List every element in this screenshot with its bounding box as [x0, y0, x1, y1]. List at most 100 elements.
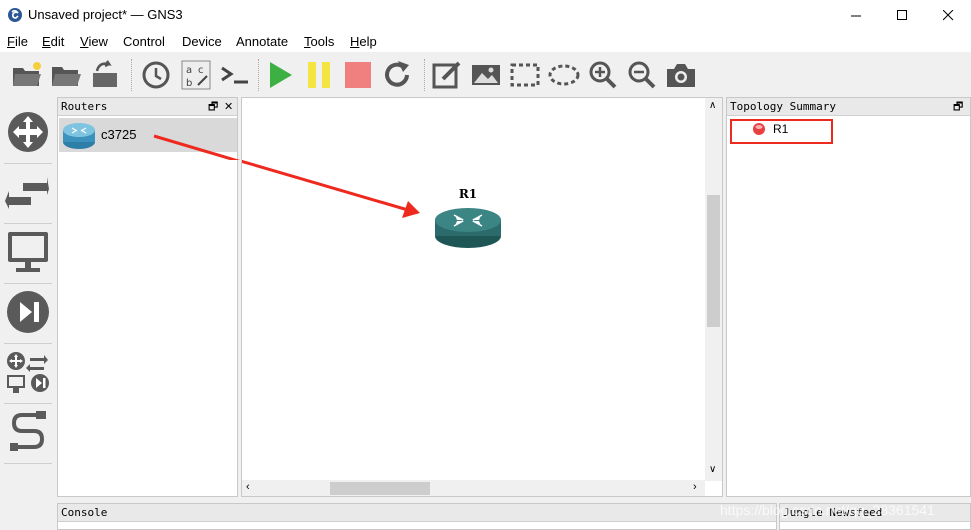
maximize-icon — [896, 9, 907, 20]
add-note-icon — [432, 61, 461, 89]
bar-divider — [4, 163, 52, 164]
topology-panel-header: Topology Summary 🗗 — [727, 98, 970, 116]
draw-rectangle-icon — [510, 63, 540, 87]
router-node-r1[interactable] — [435, 208, 501, 248]
title-bar: Unsaved project* — GNS3 — [0, 0, 971, 30]
topology-canvas[interactable]: R1 — [241, 97, 723, 497]
svg-text:b: b — [186, 78, 192, 89]
canvas-horizontal-scrollbar[interactable]: ‹ › — [242, 480, 705, 496]
suspend-all-icon — [308, 62, 330, 88]
snapshot-clock-icon — [142, 61, 170, 89]
menu-device[interactable]: Device — [182, 34, 222, 49]
console-panel: Console — [57, 503, 777, 530]
minimize-button[interactable] — [833, 0, 879, 30]
show-interface-labels-icon: a c b — [181, 60, 211, 90]
new-project-button[interactable] — [11, 59, 43, 91]
canvas-vertical-scrollbar[interactable]: ∧ ∨ — [705, 98, 722, 481]
svg-text:c: c — [198, 65, 204, 76]
zoom-out-button[interactable] — [626, 59, 658, 91]
bar-divider — [4, 343, 52, 344]
scroll-down-icon[interactable]: ∨ — [709, 464, 716, 475]
menu-control[interactable]: Control — [123, 34, 165, 49]
end-devices-category-button[interactable] — [4, 227, 52, 277]
zoom-in-button[interactable] — [587, 59, 619, 91]
save-project-icon — [93, 60, 117, 87]
vertical-scroll-thumb[interactable] — [707, 195, 720, 327]
add-link-button[interactable] — [4, 407, 52, 457]
draw-ellipse-icon — [548, 64, 580, 86]
zoom-in-icon — [589, 61, 617, 89]
draw-ellipse-button[interactable] — [548, 59, 580, 91]
float-panel-icon[interactable]: 🗗 — [208, 98, 218, 116]
draw-rectangle-button[interactable] — [509, 59, 541, 91]
all-devices-category-button[interactable] — [4, 347, 52, 397]
menu-file[interactable]: File — [7, 34, 28, 49]
new-project-icon — [13, 62, 41, 86]
horizontal-scroll-thumb[interactable] — [330, 482, 430, 495]
end-devices-category-icon — [8, 232, 48, 272]
stopped-status-icon — [753, 123, 765, 135]
insert-picture-button[interactable] — [470, 59, 502, 91]
annotation-arrow-tail — [153, 134, 241, 160]
stop-all-button[interactable] — [342, 59, 374, 91]
show-interface-labels-button[interactable]: a c b — [180, 59, 212, 91]
toolbar-separator — [131, 59, 132, 91]
switches-category-button[interactable] — [4, 168, 52, 218]
reload-all-button[interactable] — [381, 59, 413, 91]
stop-all-icon — [345, 62, 371, 88]
device-category-bar — [0, 97, 56, 530]
bar-divider — [4, 463, 52, 464]
open-project-icon — [52, 67, 81, 86]
router-device-icon — [63, 123, 95, 149]
save-project-button[interactable] — [89, 59, 121, 91]
menu-tools[interactable]: Tools — [304, 34, 334, 49]
start-all-icon — [270, 62, 292, 88]
switches-category-icon — [5, 177, 49, 209]
screenshot-button[interactable] — [665, 59, 697, 91]
menu-view[interactable]: View — [80, 34, 108, 49]
insert-picture-icon — [472, 65, 500, 85]
toolbar-separator — [424, 59, 425, 91]
routers-panel-title: Routers — [61, 100, 108, 113]
security-devices-category-button[interactable] — [4, 287, 52, 337]
scroll-left-icon[interactable]: ‹ — [246, 481, 250, 493]
routers-category-button[interactable] — [4, 107, 52, 157]
window-title: Unsaved project* — GNS3 — [28, 7, 183, 22]
all-devices-category-icon — [7, 352, 49, 393]
screenshot-icon — [667, 64, 695, 87]
add-note-button[interactable] — [431, 59, 463, 91]
gns3-app-icon — [8, 8, 22, 22]
console-panel-title: Console — [61, 506, 108, 519]
snapshot-button[interactable] — [140, 59, 172, 91]
suspend-all-button[interactable] — [303, 59, 335, 91]
bar-divider — [4, 223, 52, 224]
annotation-arrow-line — [242, 159, 409, 212]
float-panel-icon[interactable]: 🗗 — [953, 98, 963, 116]
menu-bar: File Edit View Control Device Annotate T… — [0, 30, 971, 52]
console-all-button[interactable] — [219, 59, 251, 91]
main-toolbar: a c b — [0, 53, 971, 97]
bar-divider — [4, 403, 52, 404]
menu-annotate[interactable]: Annotate — [236, 34, 288, 49]
console-panel-header: Console — [58, 504, 776, 522]
router-node-label: R1 — [459, 187, 477, 201]
toolbar-separator — [258, 59, 259, 91]
minimize-icon — [850, 15, 861, 16]
add-link-icon — [10, 411, 46, 451]
watermark-text: https://blog.csdn.net/qq_28361541 — [720, 502, 935, 518]
topology-summary-panel: Topology Summary 🗗 R1 — [726, 97, 971, 497]
canvas-drawing: R1 — [242, 159, 501, 248]
close-panel-icon[interactable]: ✕ — [224, 98, 233, 116]
maximize-button[interactable] — [879, 0, 925, 30]
topology-node-r1[interactable]: R1 — [752, 121, 832, 139]
scroll-up-icon[interactable]: ∧ — [709, 100, 716, 111]
scroll-right-icon[interactable]: › — [693, 481, 697, 493]
menu-edit[interactable]: Edit — [42, 34, 64, 49]
menu-help[interactable]: Help — [350, 34, 377, 49]
topology-panel-title: Topology Summary — [730, 100, 836, 113]
start-all-button[interactable] — [264, 59, 296, 91]
close-window-button[interactable] — [925, 0, 971, 30]
svg-text:a: a — [186, 65, 192, 76]
open-project-button[interactable] — [50, 59, 82, 91]
console-all-icon — [221, 66, 248, 84]
